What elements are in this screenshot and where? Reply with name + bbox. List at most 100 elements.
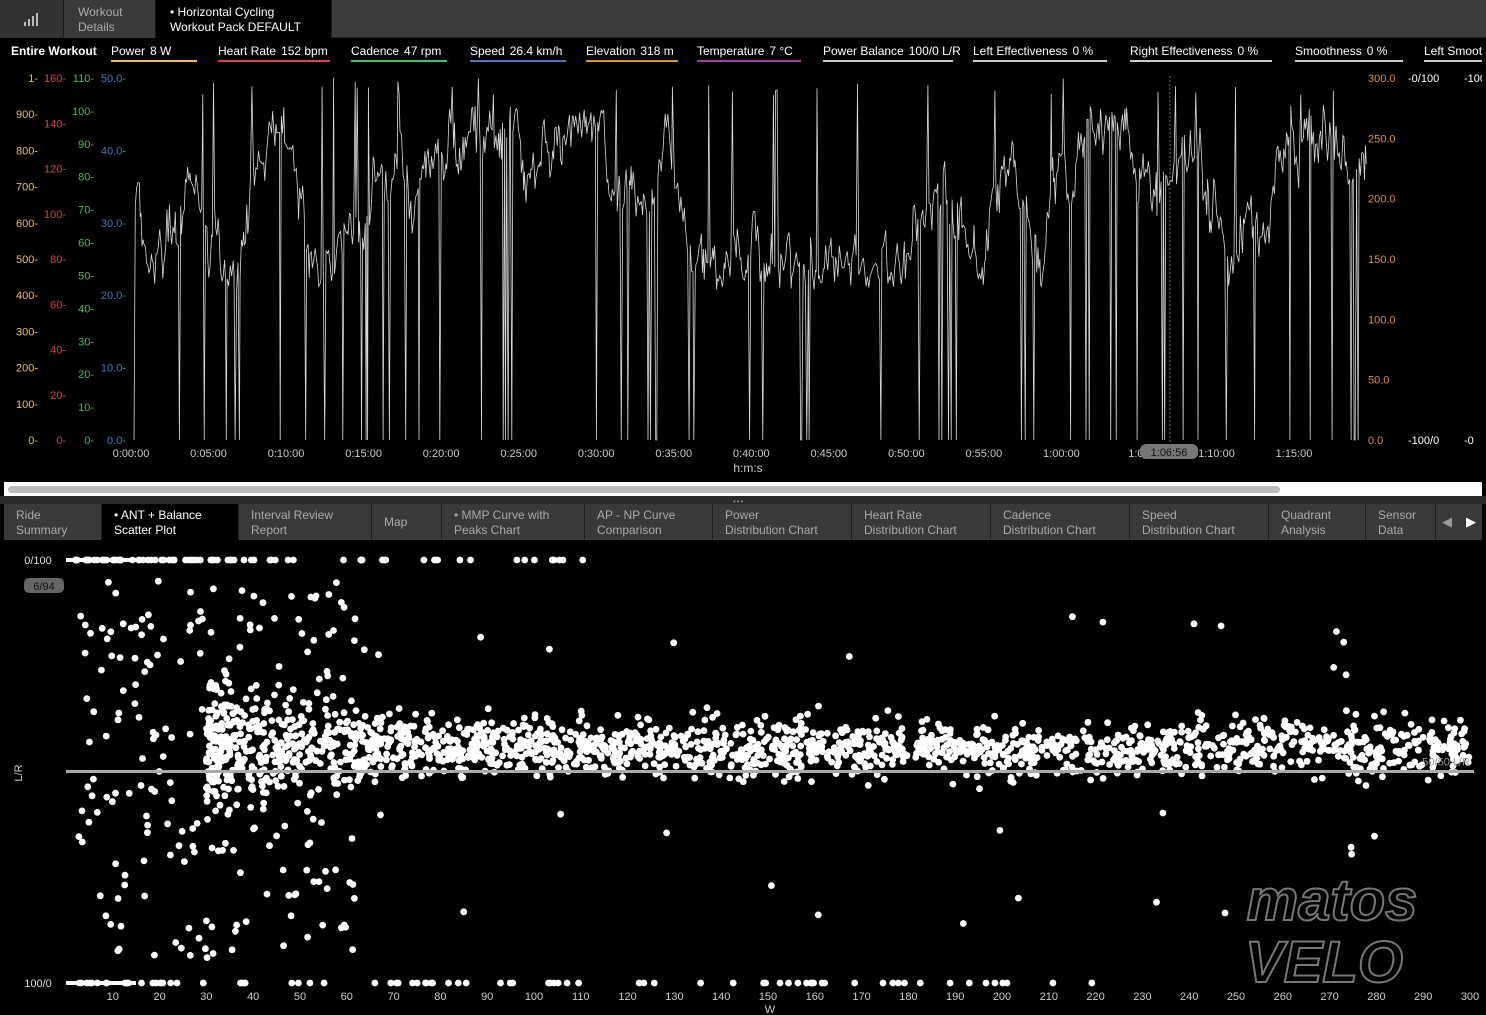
scatter-point [689, 708, 697, 716]
scatter-point [986, 759, 994, 767]
scatter-point [884, 707, 892, 714]
scatter-point [1230, 739, 1237, 746]
scatter-point [637, 740, 645, 748]
tab-power-distribution[interactable]: Power Distribution Chart [713, 504, 852, 540]
scatter-point [271, 615, 278, 622]
scatter-point [341, 776, 348, 784]
scatter-point [397, 742, 405, 750]
scatter-point [995, 760, 1003, 768]
metric-elevation[interactable]: Elevation 318 m [586, 44, 678, 62]
scatter-point [1352, 710, 1360, 718]
tab-sensor-data[interactable]: Sensor Data [1366, 504, 1436, 540]
scatter-point [215, 847, 222, 855]
scatter-point [325, 591, 333, 598]
scatter-point [208, 706, 216, 714]
metric-temperature[interactable]: Temperature 7 °C [697, 44, 801, 62]
range-label[interactable]: Entire Workout [11, 44, 97, 60]
scatter-point [115, 945, 123, 953]
scatter-point [1457, 716, 1464, 724]
timeline-scrollbar[interactable] [4, 482, 1482, 496]
tab-speed-distribution[interactable]: Speed Distribution Chart [1130, 504, 1269, 540]
scatter-point [227, 688, 235, 695]
workout-time-series-chart[interactable]: 1- 900- 800- 700- 600- 500- 400- 300- 200- 100- 0-… [4, 62, 1486, 482]
scatter-point [834, 753, 842, 761]
scatter-point [518, 753, 526, 761]
scatter-point [371, 720, 379, 727]
tab-ap-np-curve[interactable]: AP - NP Curve Comparison [585, 504, 713, 540]
scatter-point [979, 724, 987, 731]
scatter-point [352, 707, 360, 714]
scatter-point [750, 760, 758, 768]
scatter-point [1318, 774, 1326, 782]
scatter-point [1195, 745, 1202, 753]
tab-heart-rate-distribution[interactable]: Heart Rate Distribution Chart [852, 504, 991, 540]
scatter-point [1261, 737, 1269, 744]
tab-ant-balance-scatter[interactable]: • ANT + Balance Scatter Plot [102, 504, 239, 540]
scrollbar-thumb[interactable] [8, 486, 1280, 493]
scatter-point [162, 725, 170, 733]
scatter-point [223, 715, 231, 722]
scatter-point [670, 639, 678, 647]
scatter-point [576, 748, 584, 756]
x-tick-label: 0:30:00 [578, 448, 615, 460]
chevron-left-icon[interactable]: ◀ [1436, 504, 1458, 540]
scatter-point [395, 705, 403, 712]
scatter-point [206, 732, 214, 740]
chart-toggle-button[interactable] [0, 0, 64, 38]
metric-speed[interactable]: Speed 26.4 km/h [470, 44, 566, 62]
scatter-point [1366, 746, 1374, 754]
metric-left-smoothness[interactable]: Left Smoot [1424, 44, 1482, 62]
scatter-point [224, 721, 232, 729]
metric-value: 47 rpm [404, 44, 442, 58]
scatter-point [303, 808, 311, 815]
scatter-point [233, 921, 241, 929]
metric-heart-rate[interactable]: Heart Rate 152 bpm [218, 44, 330, 62]
scatter-point [1019, 719, 1027, 727]
scatter-point [774, 757, 781, 765]
tab-mmp-curve[interactable]: • MMP Curve with Peaks Chart [442, 504, 585, 540]
scatter-point [787, 735, 795, 743]
metric-left-effectiveness[interactable]: Left Effectiveness 0 % [973, 44, 1107, 62]
scatter-point [1182, 763, 1190, 771]
metric-power-balance[interactable]: Power Balance 100/0 L/R [823, 44, 961, 62]
scatter-point [84, 783, 92, 791]
scatter-point [1444, 724, 1452, 732]
scatter-point [1099, 618, 1107, 626]
scatter-point [565, 753, 573, 760]
scatter-point [339, 674, 347, 682]
metric-cadence[interactable]: Cadence 47 rpm [351, 44, 447, 62]
x-tick-label: 40 [247, 991, 259, 1003]
scatter-point [601, 742, 609, 750]
pane-splitter[interactable]: ••• [0, 496, 1486, 506]
scatter-point [1392, 736, 1400, 744]
scatter-point [1221, 763, 1228, 771]
scatter-point [795, 726, 803, 734]
scatter-point [186, 952, 194, 959]
scatter-point [1009, 779, 1017, 786]
tab-quadrant-analysis[interactable]: Quadrant Analysis [1269, 504, 1366, 540]
scatter-point [1063, 760, 1071, 768]
tab-cadence-distribution[interactable]: Cadence Distribution Chart [991, 504, 1130, 540]
metric-right-effectiveness[interactable]: Right Effectiveness 0 % [1130, 44, 1272, 62]
scatter-point [229, 710, 237, 717]
tab-workout-details[interactable]: Workout Details [64, 0, 156, 38]
scatter-point [246, 621, 254, 629]
scatter-point [995, 746, 1003, 753]
scatter-point [1012, 729, 1019, 737]
x-tick-label: 240 [1180, 991, 1198, 1003]
scatter-point [333, 740, 341, 748]
y-tick-power: 700- [16, 182, 38, 194]
scatter-point [325, 729, 333, 736]
tab-map[interactable]: Map [372, 504, 442, 540]
scatter-point [289, 740, 297, 748]
tab-line1: • Horizontal Cycling [170, 5, 275, 19]
tab-interval-review[interactable]: Interval Review Report [239, 504, 372, 540]
metric-power[interactable]: Power 8 W [111, 44, 197, 62]
scatter-point [548, 720, 556, 727]
scatter-point [289, 716, 296, 723]
metric-smoothness[interactable]: Smoothness 0 % [1295, 44, 1403, 62]
tab-horizontal-cycling[interactable]: • Horizontal Cycling Workout Pack DEFAUL… [156, 0, 332, 38]
tab-ride-summary[interactable]: Ride Summary [4, 504, 102, 540]
chevron-right-icon[interactable]: ▶ [1460, 504, 1482, 540]
balance-scatter-plot[interactable]: 10 20 30 40 50 60 70 80 90 100 110 120 130 140 150 160 1… [4, 540, 1482, 1015]
